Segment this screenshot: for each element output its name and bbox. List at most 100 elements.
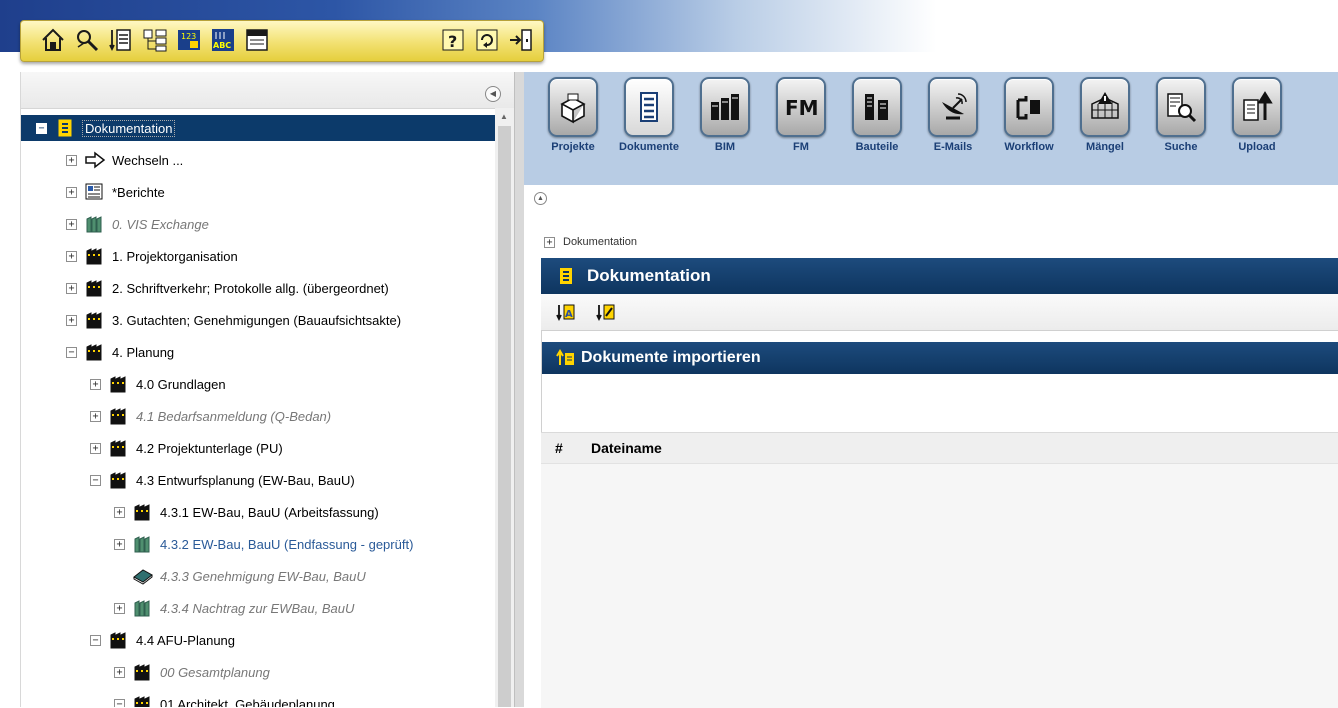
search-icon[interactable] <box>73 26 101 54</box>
module-projekte[interactable]: Projekte <box>538 77 608 167</box>
arrow-right-icon <box>84 151 106 169</box>
svg-text:?: ? <box>448 32 457 51</box>
tree-item-berichte[interactable]: + *Berichte <box>66 179 165 205</box>
file-table: # Dateiname <box>541 432 1338 708</box>
tree-item-grundlagen[interactable]: + 4.0 Grundlagen <box>90 371 226 397</box>
refresh-icon[interactable] <box>473 26 501 54</box>
tree-item-vis-exchange[interactable]: + 0. VIS Exchange <box>66 211 209 237</box>
edit-document-icon[interactable] <box>595 303 617 321</box>
expand-node-icon[interactable]: + <box>66 154 77 166</box>
tree-item-label: 01 Architekt_Gebäudeplanung <box>160 696 335 708</box>
tree-item-label: 4.3.4 Nachtrag zur EWBau, BauU <box>160 600 355 616</box>
tree-item-wechseln[interactable]: + Wechseln ... <box>66 147 183 173</box>
home-icon[interactable] <box>39 26 67 54</box>
expand-node-icon[interactable]: + <box>66 250 77 262</box>
tree-item-planung[interactable]: − 4. Planung <box>66 339 174 365</box>
expand-node-icon[interactable]: + <box>90 410 101 422</box>
breadcrumb: + Dokumentation <box>544 236 637 248</box>
numbered-list-icon[interactable]: 123 <box>175 26 203 54</box>
tree-item-projektorganisation[interactable]: + 1. Projektorganisation <box>66 243 238 269</box>
navigation-panel: ◀ − Dokumentation + Wechseln ... + *Beri… <box>20 72 516 707</box>
expand-node-icon[interactable]: + <box>90 378 101 390</box>
collapse-node-icon[interactable]: − <box>36 122 47 134</box>
tree-structure-icon[interactable] <box>141 26 169 54</box>
expand-node-icon[interactable]: + <box>114 602 125 614</box>
expand-node-icon[interactable]: + <box>114 538 125 550</box>
building-parts-icon <box>852 77 902 137</box>
tree-item-gutachten[interactable]: + 3. Gutachten; Genehmigungen (Bauaufsic… <box>66 307 401 333</box>
expand-node-icon[interactable]: + <box>66 186 77 198</box>
abc-sort-icon[interactable]: ABC <box>209 26 237 54</box>
expand-node-icon[interactable]: + <box>114 506 125 518</box>
tree-item-genehmigung-ew-bau[interactable]: 4.3.3 Genehmigung EW-Bau, BauU <box>114 563 366 589</box>
tree-item-label: 4.3 Entwurfsplanung (EW-Bau, BauU) <box>136 472 355 488</box>
module-dokumente[interactable]: Dokumente <box>614 77 684 167</box>
expand-node-icon[interactable]: + <box>544 236 555 248</box>
search-documents-icon <box>1156 77 1206 137</box>
tree-item-entwurfsplanung[interactable]: − 4.3 Entwurfsplanung (EW-Bau, BauU) <box>90 467 355 493</box>
module-fm[interactable]: FM FM <box>766 77 836 167</box>
expand-node-icon[interactable]: + <box>66 218 77 230</box>
module-bauteile[interactable]: Bauteile <box>842 77 912 167</box>
collapse-node-icon[interactable]: − <box>66 346 77 358</box>
tree-item-ew-bau-endfassung[interactable]: + 4.3.2 EW-Bau, BauU (Endfassung - geprü… <box>114 531 413 557</box>
tree-item-architekt-gebaeudeplanung[interactable]: − 01 Architekt_Gebäudeplanung <box>114 691 335 707</box>
tree-item-label: 00 Gesamtplanung <box>160 664 270 680</box>
expand-node-icon[interactable]: + <box>114 666 125 678</box>
module-label: Mängel <box>1086 141 1124 153</box>
report-icon <box>84 183 106 201</box>
tree-item-dokumentation[interactable]: − Dokumentation <box>36 115 176 141</box>
action-toolbar: A <box>541 294 1338 331</box>
tree-item-label: 4.3.1 EW-Bau, BauU (Arbeitsfassung) <box>160 504 379 520</box>
import-title-label: Dokumente importieren <box>581 349 761 366</box>
module-upload[interactable]: Upload <box>1222 77 1292 167</box>
tree-item-label: 4.3.2 EW-Bau, BauU (Endfassung - geprüft… <box>160 536 414 552</box>
logout-icon[interactable] <box>507 26 535 54</box>
expand-node-icon[interactable]: + <box>66 314 77 326</box>
tree-item-schriftverkehr[interactable]: + 2. Schriftverkehr; Protokolle allg. (ü… <box>66 275 389 301</box>
content-panel: Projekte Dokumente BIM FM FM Bauteile E-… <box>524 72 1338 708</box>
module-emails[interactable]: E-Mails <box>918 77 988 167</box>
tree-item-label: 4.0 Grundlagen <box>136 376 226 392</box>
module-workflow[interactable]: Workflow <box>994 77 1064 167</box>
tree-item-gesamtplanung[interactable]: + 00 Gesamtplanung <box>114 659 270 685</box>
tree-item-afu-planung[interactable]: − 4.4 AFU-Planung <box>90 627 235 653</box>
navigation-panel-header: ◀ <box>21 72 515 109</box>
binders-icon <box>132 503 154 521</box>
breadcrumb-label[interactable]: Dokumentation <box>563 236 637 248</box>
expand-node-icon[interactable]: + <box>66 282 77 294</box>
projects-box-icon <box>548 77 598 137</box>
help-icon[interactable]: ? <box>439 26 467 54</box>
tree-item-bedarfsanmeldung[interactable]: + 4.1 Bedarfsanmeldung (Q-Bedan) <box>90 403 331 429</box>
tree-item-label: 2. Schriftverkehr; Protokolle allg. (übe… <box>112 280 389 296</box>
collapse-node-icon[interactable]: − <box>114 698 125 707</box>
module-maengel[interactable]: Mängel <box>1070 77 1140 167</box>
no-expander-spacer <box>114 571 125 582</box>
tree-item-nachtrag-ewbau[interactable]: + 4.3.4 Nachtrag zur EWBau, BauU <box>114 595 354 621</box>
collapse-left-icon[interactable]: ◀ <box>485 86 501 102</box>
bim-building-icon <box>700 77 750 137</box>
tree-item-ew-bau-arbeitsfassung[interactable]: + 4.3.1 EW-Bau, BauU (Arbeitsfassung) <box>114 499 379 525</box>
book-icon <box>132 567 154 585</box>
module-suche[interactable]: Suche <box>1146 77 1216 167</box>
column-header-number[interactable]: # <box>541 440 575 456</box>
module-bim[interactable]: BIM <box>690 77 760 167</box>
page-title: Dokumentation <box>587 266 711 285</box>
tree-item-label: Wechseln ... <box>112 152 184 168</box>
expand-node-icon[interactable]: + <box>90 442 101 454</box>
tree-scrollbar[interactable]: ▲ <box>495 108 515 707</box>
page-title-bar: Dokumentation <box>541 258 1338 294</box>
tree-item-projektunterlage[interactable]: + 4.2 Projektunterlage (PU) <box>90 435 283 461</box>
document-list-icon[interactable] <box>107 26 135 54</box>
collapse-node-icon[interactable]: − <box>90 474 101 486</box>
collapse-node-icon[interactable]: − <box>90 634 101 646</box>
tree-item-label: 4.3.3 Genehmigung EW-Bau, BauU <box>160 568 366 584</box>
scroll-up-icon[interactable]: ▲ <box>500 112 508 121</box>
form-icon[interactable] <box>243 26 271 54</box>
collapse-top-icon[interactable]: ▲ <box>534 192 547 205</box>
import-document-icon[interactable]: A <box>555 303 577 321</box>
scrollbar-thumb[interactable] <box>498 126 511 707</box>
column-header-filename[interactable]: Dateiname <box>575 440 662 456</box>
binders-icon <box>108 631 130 649</box>
module-label: Upload <box>1238 141 1276 153</box>
